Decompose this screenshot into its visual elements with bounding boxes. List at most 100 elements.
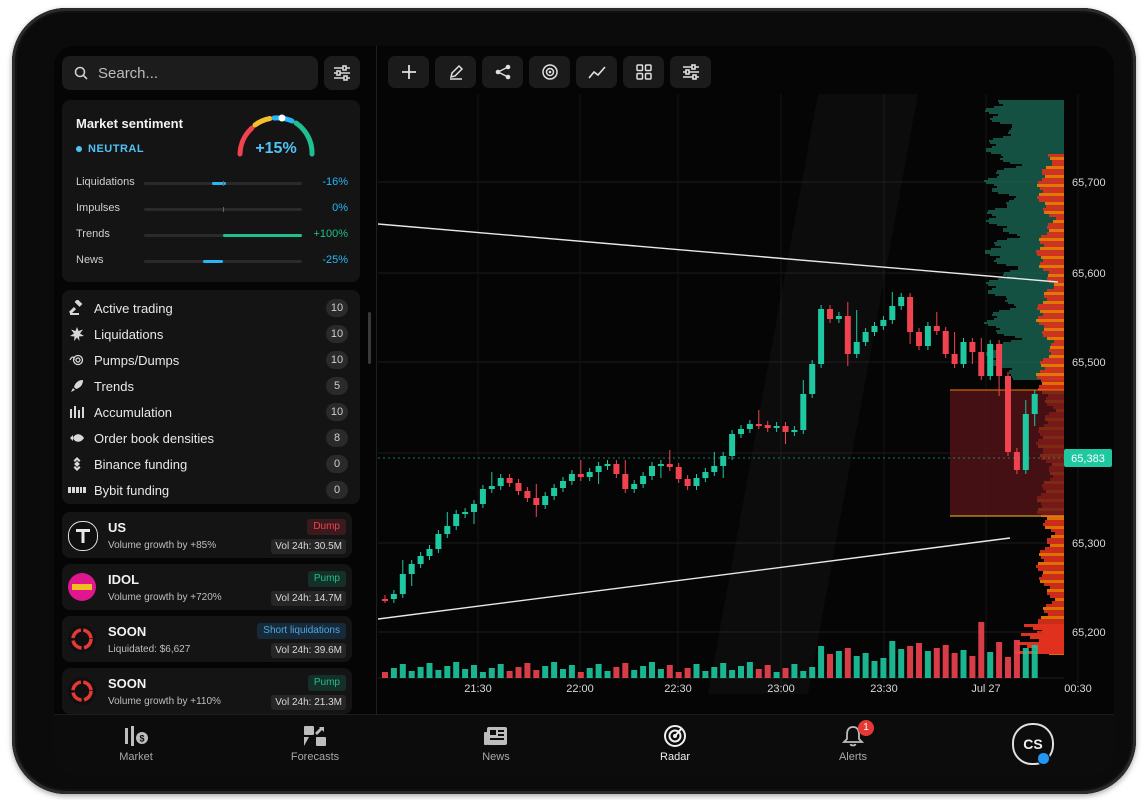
add-button[interactable] — [388, 56, 429, 88]
avatar-status-icon — [1037, 752, 1050, 765]
candle — [862, 332, 869, 342]
volume-bar — [551, 662, 558, 678]
profile-bar-sell — [1038, 316, 1064, 319]
profile-bar — [989, 218, 1064, 220]
indicator-button[interactable] — [576, 56, 617, 88]
volume-bar — [862, 653, 869, 678]
metric-value: -25% — [322, 254, 348, 266]
volume-bar — [729, 670, 736, 678]
profile-bar-sell — [1036, 250, 1064, 253]
candle — [1013, 452, 1020, 470]
asset-vol: Vol 24h: 39.6M — [271, 643, 346, 658]
share-button[interactable] — [482, 56, 523, 88]
profile-bar-sell — [1040, 247, 1064, 250]
profile-bar-sell — [1047, 541, 1064, 544]
metric-label: Liquidations — [76, 176, 135, 188]
search-bar[interactable] — [62, 56, 318, 90]
search-input[interactable] — [96, 63, 300, 83]
profile-bar — [985, 110, 1064, 112]
profile-bar-sell — [1042, 178, 1064, 181]
category-binance-funding[interactable]: Binance funding 0 — [68, 452, 348, 476]
volume-bar — [675, 672, 682, 678]
nav-label: Market — [119, 751, 153, 763]
category-accumulation[interactable]: Accumulation 10 — [68, 400, 348, 424]
volume-bar — [835, 651, 842, 678]
volume-bar — [933, 648, 940, 678]
metric-bar — [144, 234, 302, 237]
category-trends[interactable]: Trends 5 — [68, 374, 348, 398]
candle — [782, 426, 789, 432]
candle — [720, 456, 727, 466]
candle — [729, 434, 736, 456]
volume-bar — [568, 665, 575, 678]
volume-bar — [657, 669, 664, 678]
candle — [907, 297, 914, 332]
asset-card-soon-1[interactable]: SOON Liquidated: $6,627 Short liquidatio… — [62, 616, 352, 662]
asset-card-idol[interactable]: IDOL Volume growth by +720% Pump Vol 24h… — [62, 564, 352, 610]
profile-bar — [998, 100, 1064, 102]
profile-bar — [989, 140, 1064, 142]
svg-text:$: $ — [139, 734, 144, 744]
profile-bar-sell — [1039, 577, 1064, 580]
category-count: 0 — [326, 481, 348, 499]
candle — [649, 466, 655, 476]
profile-bar — [998, 114, 1064, 116]
trendline-lower — [377, 537, 1011, 620]
volume-bar — [782, 668, 789, 678]
profile-bar-sell — [1041, 235, 1064, 238]
profile-bar-sell — [1037, 196, 1064, 199]
profile-bar-sell — [1051, 535, 1064, 538]
target-button[interactable] — [529, 56, 570, 88]
candle — [444, 526, 451, 534]
asset-card-us[interactable]: US Volume growth by +85% Dump Vol 24h: 3… — [62, 512, 352, 558]
profile-bar-sell — [1044, 583, 1064, 586]
candle — [844, 316, 851, 354]
nav-alerts[interactable]: 1 Alerts — [808, 720, 898, 763]
scrollbar[interactable] — [368, 312, 371, 364]
profile-bar-sell — [1036, 565, 1064, 568]
category-pumps-dumps[interactable]: Pumps/Dumps 10 — [68, 348, 348, 372]
filter-button[interactable] — [324, 56, 360, 90]
settings-button[interactable] — [670, 56, 711, 88]
volume-bar — [951, 653, 958, 678]
category-liquidations[interactable]: Liquidations 10 — [68, 322, 348, 346]
price-axis: 65,700 65,600 65,500 65,300 65,200 — [1072, 177, 1106, 639]
candle — [951, 354, 958, 364]
nav-forecasts[interactable]: Forecasts — [270, 723, 360, 763]
chart-canvas[interactable]: 65,700 65,600 65,500 65,300 65,200 21:30 22:0… — [377, 94, 1114, 695]
asset-vol: Vol 24h: 14.7M — [271, 591, 346, 606]
candle — [515, 483, 522, 491]
layout-button[interactable] — [623, 56, 664, 88]
category-active-trading[interactable]: Active trading 10 — [68, 296, 348, 320]
price-chart[interactable]: 65,700 65,600 65,500 65,300 65,200 21:30 22:0… — [377, 94, 1114, 695]
alert-badge: 1 — [858, 720, 874, 736]
candle — [978, 352, 985, 376]
category-order-book-densities[interactable]: Order book densities 8 — [68, 426, 348, 450]
candle — [924, 326, 931, 346]
nav-radar[interactable]: Radar — [630, 723, 720, 763]
volume-bar — [613, 667, 620, 678]
profile-bar — [989, 112, 1064, 114]
profile-bar-sell — [1049, 229, 1064, 232]
candle — [835, 316, 842, 319]
volume-bar — [684, 668, 691, 678]
profile-bar-sell — [1041, 364, 1064, 367]
profile-bar — [986, 148, 1064, 150]
volume-bar — [577, 672, 584, 678]
candle — [933, 326, 940, 331]
candle — [435, 534, 442, 549]
asset-tag: Dump — [307, 519, 346, 535]
category-bybit-funding[interactable]: Bybit funding 0 — [68, 478, 348, 502]
profile-bar-sell — [1030, 636, 1064, 639]
candle — [987, 344, 994, 376]
asset-tag: Pump — [307, 571, 346, 587]
volume-bar — [462, 669, 469, 678]
volume-bar — [622, 663, 629, 678]
profile-bar-sell — [1047, 226, 1064, 229]
profile-bar-sell — [1054, 283, 1064, 286]
nav-news[interactable]: News — [451, 723, 541, 763]
nav-market[interactable]: $ Market — [91, 723, 181, 763]
asset-card-soon-2[interactable]: SOON Volume growth by +110% Pump Vol 24h… — [62, 668, 352, 714]
draw-button[interactable] — [435, 56, 476, 88]
forecasts-icon — [304, 726, 326, 746]
